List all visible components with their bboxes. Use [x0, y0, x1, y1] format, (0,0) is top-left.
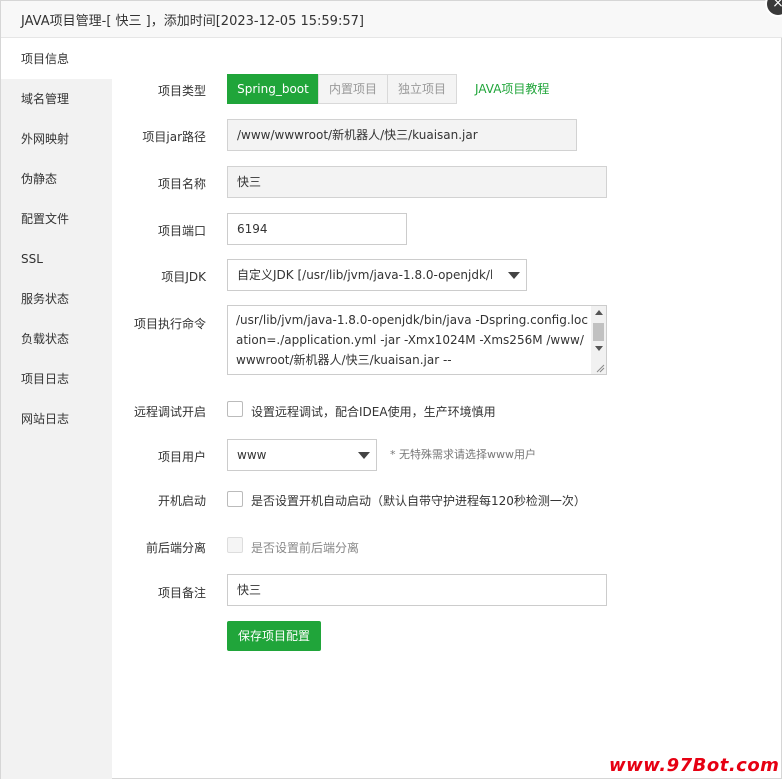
project-jdk-label: 项目JDK	[161, 270, 206, 284]
user-hint: * 无特殊需求请选择www用户	[390, 448, 536, 461]
scroll-up-icon[interactable]	[595, 310, 603, 315]
type-standalone-button[interactable]: 独立项目	[387, 74, 457, 104]
project-settings-dialog: JAVA项目管理-[ 快三 ]，添加时间[2023-12-05 15:59:57…	[0, 0, 782, 779]
dialog-titlebar: JAVA项目管理-[ 快三 ]，添加时间[2023-12-05 15:59:57…	[1, 1, 782, 38]
resize-grip-icon[interactable]	[595, 363, 605, 373]
save-config-button[interactable]: 保存项目配置	[227, 621, 321, 651]
jar-path-label: 项目jar路径	[142, 130, 206, 144]
type-spring-boot-button[interactable]: Spring_boot	[227, 74, 319, 104]
run-command-textarea[interactable]: /usr/lib/jvm/java-1.8.0-openjdk/bin/java…	[227, 305, 607, 375]
java-tutorial-link[interactable]: JAVA项目教程	[475, 80, 549, 97]
autostart-label: 开机启动	[157, 494, 206, 508]
remark-label: 项目备注	[157, 586, 206, 600]
remote-debug-text: 设置远程调试，配合IDEA使用，生产环境慎用	[251, 405, 496, 419]
project-type-label: 项目类型	[157, 84, 206, 98]
project-port-label: 项目端口	[157, 224, 206, 238]
jar-path-field[interactable]: /www/wwwroot/新机器人/快三/kuaisan.jar	[227, 119, 577, 151]
run-command-label: 项目执行命令	[133, 317, 206, 331]
sidebar-item-service-status[interactable]: 服务状态	[1, 279, 112, 319]
project-name-label: 项目名称	[157, 177, 206, 191]
chevron-down-icon	[508, 272, 520, 279]
type-builtin-button[interactable]: 内置项目	[318, 74, 388, 104]
frontend-split-label: 前后端分离	[145, 541, 206, 555]
remote-debug-label: 远程调试开启	[133, 405, 206, 419]
frontend-split-text: 是否设置前后端分离	[251, 541, 360, 555]
project-name-field[interactable]: 快三	[227, 166, 607, 198]
sidebar-item-project-log[interactable]: 项目日志	[1, 359, 112, 399]
user-select-value: www	[237, 448, 267, 462]
project-user-label: 项目用户	[157, 450, 206, 464]
run-command-text: /usr/lib/jvm/java-1.8.0-openjdk/bin/java…	[236, 313, 588, 367]
user-select[interactable]: www	[227, 439, 377, 471]
sidebar-item-project-info[interactable]: 项目信息	[1, 39, 112, 79]
watermark-text: www.97Bot.com	[609, 755, 780, 776]
chevron-down-icon	[358, 452, 370, 459]
autostart-text: 是否设置开机自动启动（默认自带守护进程每120秒检测一次）	[251, 494, 586, 508]
autostart-checkbox[interactable]	[227, 491, 243, 507]
remote-debug-checkbox[interactable]	[227, 401, 243, 417]
dialog-title: JAVA项目管理-[ 快三 ]，添加时间[2023-12-05 15:59:57…	[21, 14, 364, 29]
project-port-field[interactable]: 6194	[227, 213, 407, 245]
frontend-split-checkbox[interactable]	[227, 537, 243, 553]
scroll-down-icon[interactable]	[595, 346, 603, 351]
scroll-thumb[interactable]	[593, 323, 604, 341]
remark-field[interactable]: 快三	[227, 574, 607, 606]
jdk-select[interactable]: 自定义JDK [/usr/lib/jvm/java-1.8.0-openjdk/…	[227, 259, 527, 291]
jdk-select-value: 自定义JDK [/usr/lib/jvm/java-1.8.0-openjdk/…	[237, 268, 492, 282]
